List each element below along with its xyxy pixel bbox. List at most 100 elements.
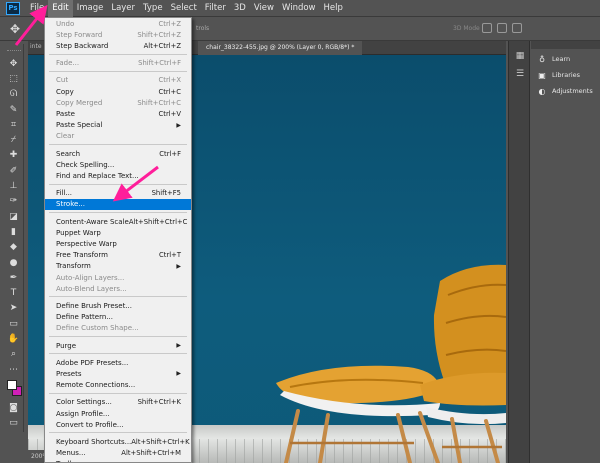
menu-item-stroke[interactable]: Stroke... — [45, 198, 191, 210]
menu-item-label: Keyboard Shortcuts... — [56, 437, 132, 446]
zoom-icon[interactable]: ⌕ — [7, 347, 21, 362]
panel-item-label: Learn — [552, 55, 571, 63]
orbit-icon[interactable] — [482, 23, 492, 33]
menu-item-fill[interactable]: Fill... Shift+F5 — [45, 188, 191, 199]
menu-item-step-forward: Step Forward Shift+Ctrl+Z — [45, 29, 191, 40]
menu-filter[interactable]: Filter — [201, 0, 230, 17]
menu-item-convert-to-profile[interactable]: Convert to Profile... — [45, 419, 191, 430]
menu-item-label: Free Transform — [56, 251, 108, 260]
history-brush-icon[interactable]: ✑ — [7, 194, 21, 209]
dodge-icon[interactable]: ● — [7, 255, 21, 270]
menu-window[interactable]: Window — [278, 0, 320, 17]
menu-item-label: Remote Connections... — [56, 381, 136, 390]
screen-mode-icon[interactable]: ▭ — [7, 416, 21, 431]
menu-item-label: Menus... — [56, 449, 86, 458]
roll-icon[interactable] — [497, 23, 507, 33]
menu-bar-items: File Edit Image Layer Type Select Filter 3D View… — [26, 0, 347, 17]
properties-panel-icon[interactable]: ☰ — [514, 69, 526, 81]
pen-icon[interactable]: ✒ — [7, 270, 21, 285]
menu-item-search[interactable]: Search Ctrl+F — [45, 148, 191, 159]
panel-item-learn[interactable]: ♁ Learn — [531, 51, 600, 67]
menu-edit[interactable]: Edit — [48, 0, 73, 17]
menu-item-content-aware-scale[interactable]: Content-Aware Scale Alt+Shift+Ctrl+C — [45, 216, 191, 227]
menu-item-puppet-warp[interactable]: Puppet Warp — [45, 227, 191, 238]
brush-icon[interactable]: ✐ — [7, 163, 21, 178]
menu-item-label: Fade... — [56, 59, 80, 68]
menu-item-define-brush-preset[interactable]: Define Brush Preset... — [45, 300, 191, 311]
menu-item-presets[interactable]: Presets ▶ — [45, 368, 191, 379]
menu-type[interactable]: Type — [139, 0, 167, 17]
menu-item-define-pattern[interactable]: Define Pattern... — [45, 312, 191, 323]
menu-item-adobe-pdf-presets[interactable]: Adobe PDF Presets... — [45, 357, 191, 368]
menu-item-check-spelling[interactable]: Check Spelling... — [45, 159, 191, 170]
menu-item-keyboard-shortcuts[interactable]: Keyboard Shortcuts... Alt+Shift+Ctrl+K — [45, 436, 191, 447]
menu-item-label: Step Forward — [56, 30, 103, 39]
menu-view[interactable]: View — [250, 0, 278, 17]
menu-item-find-and-replace-text[interactable]: Find and Replace Text... — [45, 170, 191, 181]
menu-file[interactable]: File — [26, 0, 48, 17]
blur-icon[interactable]: ◆ — [7, 240, 21, 255]
menu-item-auto-align-layers: Auto-Align Layers... — [45, 272, 191, 283]
menu-item-menus[interactable]: Menus... Alt+Shift+Ctrl+M — [45, 448, 191, 459]
menu-select[interactable]: Select — [167, 0, 201, 17]
pan-icon[interactable] — [512, 23, 522, 33]
move-icon[interactable]: ✥ — [7, 56, 21, 71]
panel-item-label: Libraries — [552, 71, 581, 79]
color-swatches[interactable] — [6, 379, 22, 397]
path-select-icon[interactable]: ➤ — [7, 301, 21, 316]
more-icon[interactable]: ⋯ — [7, 362, 21, 377]
menu-3d[interactable]: 3D — [230, 0, 250, 17]
adjustments-icon: ◐ — [538, 86, 546, 96]
foreground-color-swatch[interactable] — [6, 380, 17, 391]
options-partial-label: trols — [196, 25, 210, 32]
healing-icon[interactable]: ✚ — [7, 148, 21, 163]
crop-icon[interactable]: ⌗ — [7, 117, 21, 132]
menu-item-label: Auto-Align Layers... — [56, 273, 125, 282]
menu-item-copy[interactable]: Copy Ctrl+C — [45, 86, 191, 97]
submenu-arrow-icon: ▶ — [176, 370, 181, 378]
tools-list: ✥ ⬚ ᘏ ✎ ⌗ ⌿ ✚ ✐ ⊥ ✑ ◪ ▮ ◆ ● ✒ T ➤ ▭ ✋ ⌕ ⋯ — [7, 56, 21, 377]
move-tool-option-icon[interactable]: ✥ — [10, 22, 20, 36]
menu-item-remote-connections[interactable]: Remote Connections... — [45, 380, 191, 391]
menu-item-purge[interactable]: Purge ▶ — [45, 340, 191, 351]
menu-item-color-settings[interactable]: Color Settings... Shift+Ctrl+K — [45, 397, 191, 408]
type-icon[interactable]: T — [7, 285, 21, 300]
three-d-icons — [482, 23, 522, 33]
eraser-icon[interactable]: ◪ — [7, 209, 21, 224]
menu-item-paste-special[interactable]: Paste Special ▶ — [45, 120, 191, 131]
toolbar-grip[interactable] — [6, 50, 21, 52]
menu-item-shortcut: Shift+F5 — [151, 189, 181, 198]
menu-layer[interactable]: Layer — [107, 0, 139, 17]
quick-select-icon[interactable]: ✎ — [7, 102, 21, 117]
tab-fragment[interactable]: inte — [30, 43, 42, 50]
menu-item-paste[interactable]: Paste Ctrl+V — [45, 108, 191, 119]
menu-item-label: Step Backward — [56, 41, 109, 50]
menu-help[interactable]: Help — [320, 0, 347, 17]
marquee-icon[interactable]: ⬚ — [7, 71, 21, 86]
menu-item-fade: Fade... Shift+Ctrl+F — [45, 58, 191, 69]
hand-icon[interactable]: ✋ — [7, 331, 21, 346]
menu-item-label: Copy Merged — [56, 98, 103, 107]
right-panel: ♁ Learn ▣ Libraries ◐ Adjustments — [531, 41, 600, 463]
history-panel-icon[interactable]: ▦ — [514, 51, 526, 63]
menu-item-step-backward[interactable]: Step Backward Alt+Ctrl+Z — [45, 40, 191, 51]
panel-item-libraries[interactable]: ▣ Libraries — [531, 67, 600, 83]
menu-separator — [49, 336, 187, 337]
tab-active-document[interactable]: chair_38322-455.jpg @ 200% (Layer 0, RGB… — [198, 41, 363, 55]
menu-item-free-transform[interactable]: Free Transform Ctrl+T — [45, 250, 191, 261]
rectangle-icon[interactable]: ▭ — [7, 316, 21, 331]
menu-item-perspective-warp[interactable]: Perspective Warp — [45, 238, 191, 249]
quick-mask-icon[interactable]: ◙ — [7, 400, 21, 415]
menu-item-transform[interactable]: Transform ▶ — [45, 261, 191, 272]
menu-image[interactable]: Image — [73, 0, 108, 17]
menu-item-toolbar[interactable]: Toolbar... — [45, 459, 191, 462]
lasso-icon[interactable]: ᘏ — [7, 87, 21, 102]
stamp-icon[interactable]: ⊥ — [7, 178, 21, 193]
eyedropper-icon[interactable]: ⌿ — [7, 132, 21, 147]
panel-item-adjustments[interactable]: ◐ Adjustments — [531, 83, 600, 99]
lightbulb-icon: ♁ — [539, 54, 545, 64]
menu-item-assign-profile[interactable]: Assign Profile... — [45, 408, 191, 419]
gradient-icon[interactable]: ▮ — [7, 224, 21, 239]
libraries-icon: ▣ — [538, 70, 546, 80]
menu-item-copy-merged: Copy Merged Shift+Ctrl+C — [45, 97, 191, 108]
